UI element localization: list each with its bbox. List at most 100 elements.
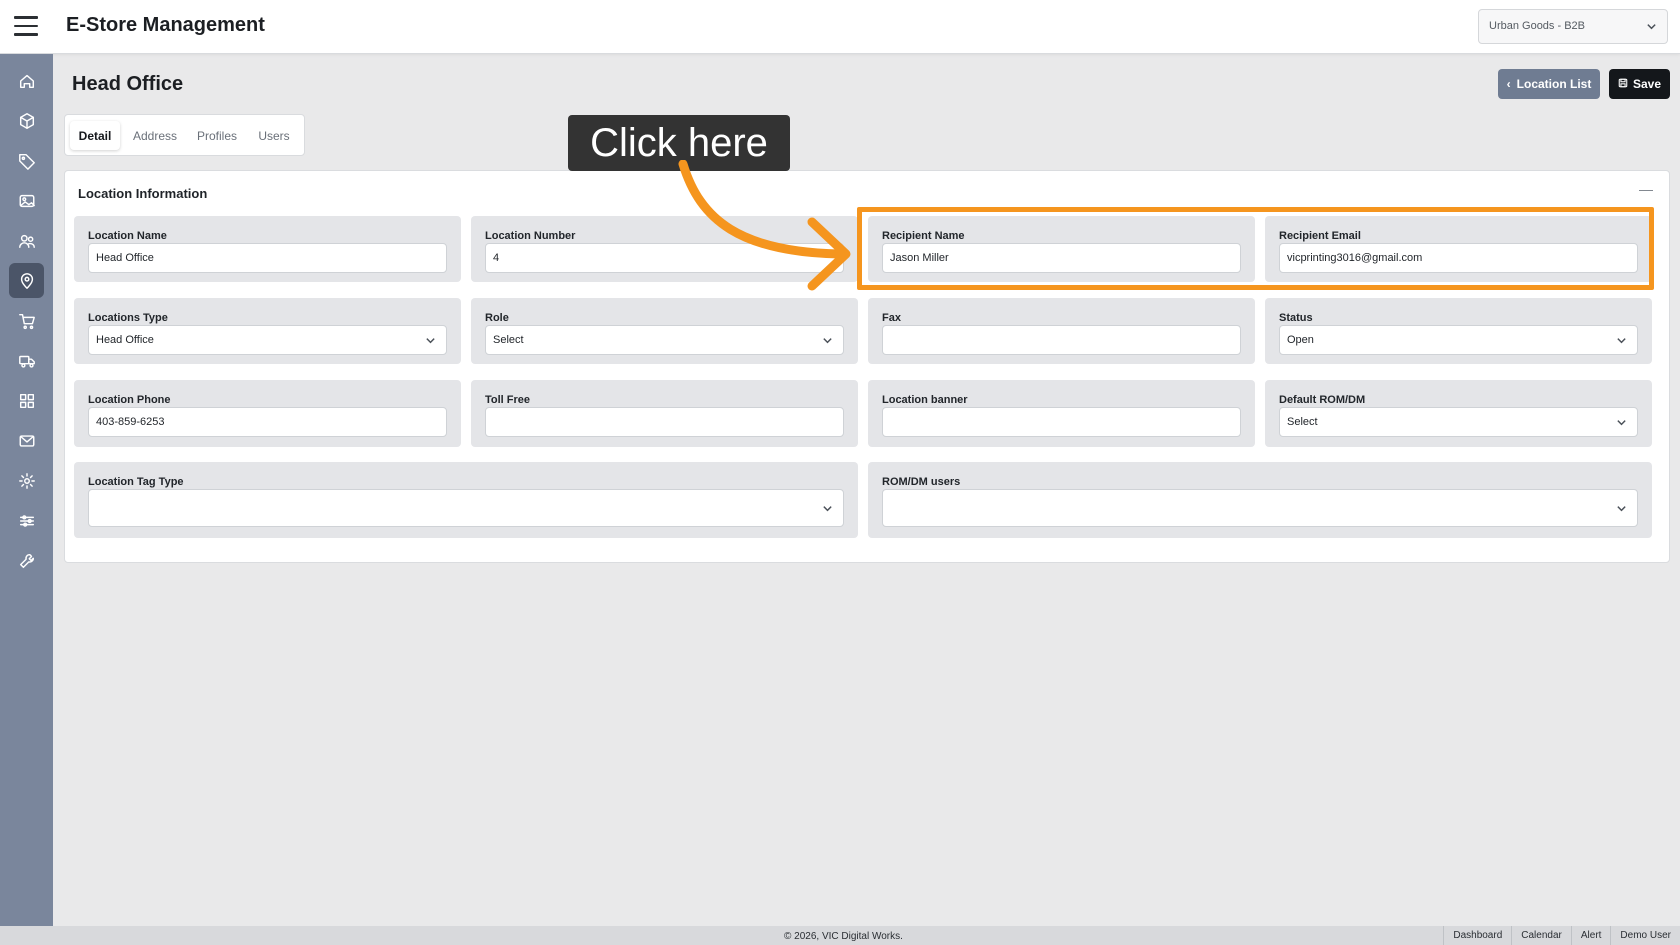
recipient-name-field: Recipient Name Jason Miller [868,216,1255,282]
box-icon [19,112,34,129]
footer-link-calendar[interactable]: Calendar [1511,926,1571,945]
location-name-label: Location Name [88,230,167,242]
image-icon [19,194,35,207]
location-number-label: Location Number [485,230,576,242]
wrench-icon [19,553,34,568]
click-here-tooltip: Click here [568,115,790,171]
location-phone-field: Location Phone 403-859-6253 [74,380,461,447]
rom-dm-users-field: ROM/DM users [868,462,1652,538]
recipient-name-input[interactable]: Jason Miller [882,243,1241,273]
tab-profiles[interactable]: Profiles [189,121,245,150]
location-number-field: Location Number 4 [471,216,858,282]
chevron-down-icon [822,503,833,517]
toll-free-label: Toll Free [485,394,531,406]
default-rom-dm-value: Select [1287,416,1318,428]
chevron-left-icon: ‹ [1506,77,1511,91]
fax-input[interactable] [882,325,1241,355]
sidebar-item-settings[interactable] [9,463,44,498]
location-name-input[interactable]: Head Office [88,243,447,273]
role-value: Select [493,334,524,346]
footer: © 2026, VIC Digital Works. Dashboard Cal… [0,926,1680,945]
recipient-email-label: Recipient Email [1279,230,1361,242]
recipient-email-input[interactable]: vicprinting3016@gmail.com [1279,243,1638,273]
copyright: © 2026, VIC Digital Works. [784,931,903,942]
status-field: Status Open [1265,298,1652,364]
chevron-down-icon [1646,21,1657,35]
location-list-label: Location List [1516,77,1592,91]
save-button[interactable]: Save [1609,69,1670,99]
tab-users[interactable]: Users [251,121,297,150]
location-pin-icon [20,272,33,289]
sidebar-item-messages[interactable] [9,423,44,458]
location-tag-type-label: Location Tag Type [88,476,184,488]
locations-type-label: Locations Type [88,312,168,324]
recipient-email-field: Recipient Email vicprinting3016@gmail.co… [1265,216,1652,282]
default-rom-dm-select[interactable]: Select [1279,407,1638,437]
hamburger-menu-icon[interactable] [14,16,38,36]
floppy-disk-icon [1618,77,1628,91]
chevron-down-icon [1616,503,1627,517]
rom-dm-users-label: ROM/DM users [882,476,961,488]
chevron-down-icon [822,335,833,349]
card-title: Location Information [78,186,208,201]
location-tag-type-field: Location Tag Type [74,462,858,538]
location-list-button[interactable]: ‹ Location List [1498,69,1600,99]
status-label: Status [1279,312,1313,324]
tag-icon [18,153,35,170]
tab-detail[interactable]: Detail [70,121,120,150]
store-selector[interactable]: Urban Goods - B2B [1478,9,1668,44]
app-title: E-Store Management [66,14,265,36]
locations-type-select[interactable]: Head Office [88,325,447,355]
location-phone-input[interactable]: 403-859-6253 [88,407,447,437]
gear-icon [18,472,35,489]
location-banner-field: Location banner [868,380,1255,447]
recipient-name-label: Recipient Name [882,230,965,242]
chevron-down-icon [1616,417,1627,431]
footer-links: Dashboard Calendar Alert Demo User [1443,926,1680,945]
footer-link-alert[interactable]: Alert [1570,926,1611,945]
tab-bar: Detail Address Profiles Users [64,114,305,156]
sidebar-item-images[interactable] [9,183,44,218]
tab-address[interactable]: Address [127,121,183,150]
sidebar-item-configuration[interactable] [9,503,44,538]
collapse-icon[interactable]: — [1639,181,1653,197]
sidebar-item-tags[interactable] [9,143,44,178]
save-label: Save [1632,77,1662,91]
rom-dm-users-select[interactable] [882,489,1638,527]
sliders-icon [19,514,34,527]
mail-icon [19,434,34,447]
sidebar-item-home[interactable] [9,63,44,98]
sidebar-item-products[interactable] [9,103,44,138]
chevron-down-icon [1616,335,1627,349]
footer-link-demo-user[interactable]: Demo User [1610,926,1680,945]
users-icon [18,234,35,248]
status-value: Open [1287,334,1314,346]
top-bar: E-Store Management Urban Goods - B2B [0,0,1680,54]
truck-icon [18,355,35,368]
default-rom-dm-label: Default ROM/DM [1279,394,1366,406]
sidebar-item-orders[interactable] [9,303,44,338]
chevron-down-icon [425,335,436,349]
home-icon [19,74,34,88]
location-tag-type-select[interactable] [88,489,844,527]
sidebar-item-locations[interactable] [9,263,44,298]
location-banner-input[interactable] [882,407,1241,437]
fax-field: Fax [868,298,1255,364]
footer-link-dashboard[interactable]: Dashboard [1443,926,1511,945]
location-name-field: Location Name Head Office [74,216,461,282]
toll-free-input[interactable] [485,407,844,437]
location-information-card: Location Information — Location Name Hea… [64,170,1670,563]
role-field: Role Select [471,298,858,364]
locations-type-value: Head Office [96,334,154,346]
grid-icon [19,393,34,408]
fax-label: Fax [882,312,901,324]
location-number-input[interactable]: 4 [485,243,844,273]
status-select[interactable]: Open [1279,325,1638,355]
sidebar-item-tools[interactable] [9,543,44,578]
role-select[interactable]: Select [485,325,844,355]
role-label: Role [485,312,509,324]
sidebar-item-modules[interactable] [9,383,44,418]
sidebar-item-shipping[interactable] [9,343,44,378]
sidebar-item-users[interactable] [9,223,44,258]
location-phone-label: Location Phone [88,394,171,406]
